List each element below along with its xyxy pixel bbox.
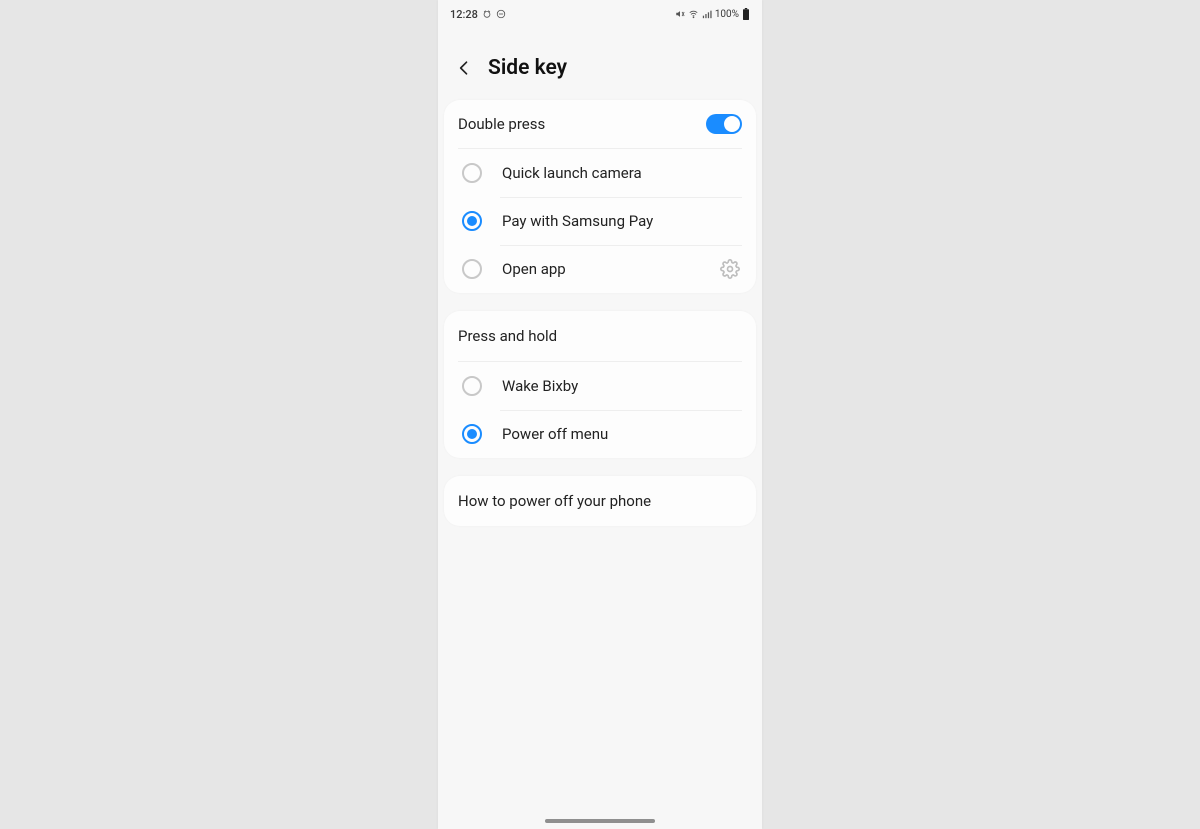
radio-icon bbox=[462, 211, 482, 231]
gear-icon bbox=[720, 259, 740, 279]
divider bbox=[500, 197, 742, 198]
page-header: Side key bbox=[438, 28, 762, 100]
radio-icon bbox=[462, 163, 482, 183]
wifi-icon bbox=[688, 9, 699, 19]
chevron-left-icon bbox=[454, 58, 474, 78]
double-press-option-camera[interactable]: Quick launch camera bbox=[444, 149, 756, 197]
press-hold-label: Press and hold bbox=[458, 327, 557, 345]
radio-icon bbox=[462, 424, 482, 444]
divider bbox=[500, 410, 742, 411]
mute-icon bbox=[675, 9, 685, 19]
divider bbox=[500, 245, 742, 246]
alarm-icon bbox=[482, 9, 492, 19]
double-press-option-samsung-pay[interactable]: Pay with Samsung Pay bbox=[444, 197, 756, 245]
help-row: How to power off your phone bbox=[444, 476, 756, 526]
status-bar: 12:28 100% bbox=[438, 0, 762, 28]
press-hold-option-power-menu[interactable]: Power off menu bbox=[444, 410, 756, 458]
back-button[interactable] bbox=[452, 56, 476, 80]
radio-icon bbox=[462, 259, 482, 279]
double-press-option-open-app[interactable]: Open app bbox=[444, 245, 756, 293]
double-press-header: Double press bbox=[444, 100, 756, 148]
option-label: Wake Bixby bbox=[502, 377, 742, 395]
press-hold-header: Press and hold bbox=[444, 311, 756, 361]
status-time: 12:28 bbox=[450, 8, 478, 21]
help-label: How to power off your phone bbox=[458, 492, 651, 510]
phone-frame: 12:28 100% bbox=[438, 0, 762, 829]
press-hold-option-bixby[interactable]: Wake Bixby bbox=[444, 362, 756, 410]
battery-percent: 100% bbox=[715, 9, 739, 20]
option-label: Open app bbox=[502, 260, 698, 278]
option-label: Pay with Samsung Pay bbox=[502, 212, 742, 230]
page-title: Side key bbox=[488, 56, 567, 80]
double-press-label: Double press bbox=[458, 115, 545, 133]
press-hold-card: Press and hold Wake Bixby Power off menu bbox=[444, 311, 756, 458]
battery-icon bbox=[742, 8, 750, 20]
option-label: Quick launch camera bbox=[502, 164, 742, 182]
gesture-bar[interactable] bbox=[545, 819, 655, 823]
dnd-icon bbox=[496, 9, 506, 19]
option-label: Power off menu bbox=[502, 425, 742, 443]
signal-icon bbox=[702, 9, 712, 19]
help-card[interactable]: How to power off your phone bbox=[444, 476, 756, 526]
open-app-settings-button[interactable] bbox=[718, 259, 742, 279]
double-press-toggle[interactable] bbox=[706, 114, 742, 134]
radio-icon bbox=[462, 376, 482, 396]
double-press-card: Double press Quick launch camera Pay wit… bbox=[444, 100, 756, 293]
